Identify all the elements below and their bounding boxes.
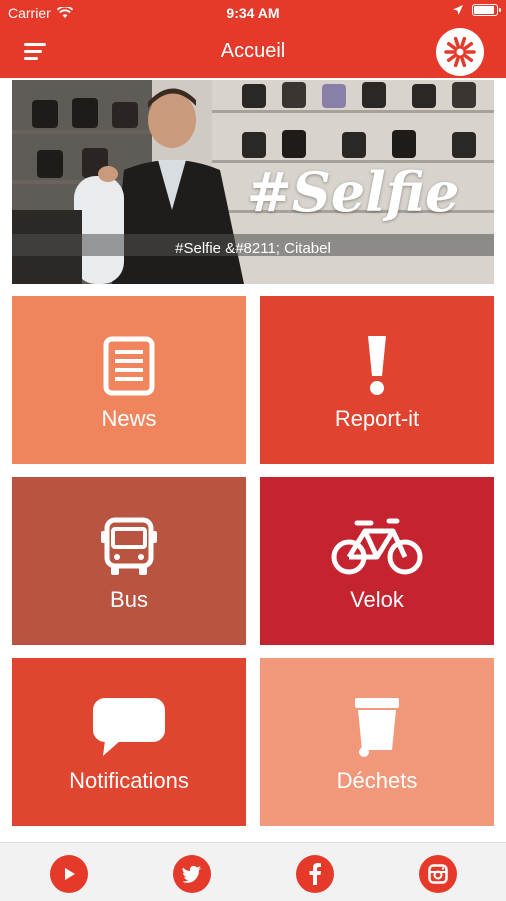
- tile-notifications[interactable]: Notifications: [12, 658, 246, 826]
- logo-spoke: [453, 55, 461, 68]
- exclamation-icon: [368, 336, 386, 395]
- battery-level: [474, 6, 494, 14]
- tile-dechets-label: Déchets: [336, 768, 418, 793]
- tile-bus[interactable]: Bus: [12, 477, 246, 645]
- tile-report-it-label: Report-it: [334, 406, 420, 431]
- hero-banner[interactable]: #Selfie #Selfie &#8211; Citabel: [12, 80, 494, 284]
- news-document-icon: [103, 336, 155, 396]
- logo-spoke: [459, 36, 467, 49]
- tile-dechets[interactable]: Déchets: [260, 658, 494, 826]
- page-title: Accueil: [220, 40, 286, 62]
- status-time: 9:34 AM: [226, 5, 280, 21]
- trash-bin-icon: [355, 698, 399, 757]
- status-right: [452, 4, 501, 16]
- twitter-button[interactable]: [173, 855, 211, 893]
- logo-spoke: [459, 55, 467, 68]
- logo-spoke: [462, 53, 474, 62]
- tile-news[interactable]: News: [12, 296, 246, 464]
- twitter-icon: [182, 865, 202, 883]
- instagram-icon: [428, 864, 448, 884]
- hero-caption: #Selfie &#8211; Citabel: [175, 240, 331, 257]
- instagram-button[interactable]: [419, 855, 457, 893]
- youtube-button[interactable]: [50, 855, 88, 893]
- facebook-button[interactable]: [296, 855, 334, 893]
- facebook-icon: [309, 863, 321, 885]
- logo-spoke: [453, 36, 461, 49]
- logo-spoke: [462, 42, 474, 51]
- tile-bus-label: Bus: [110, 587, 148, 612]
- nav-bar: Accueil: [0, 26, 506, 78]
- tile-velok[interactable]: Velok: [260, 477, 494, 645]
- tile-velok-label: Velok: [350, 587, 404, 612]
- social-bar: [0, 842, 506, 901]
- location-arrow-icon: [453, 5, 463, 15]
- tile-notifications-label: Notifications: [69, 768, 189, 793]
- youtube-icon: [65, 868, 75, 880]
- logo-spoke: [446, 42, 458, 51]
- bus-icon: [101, 517, 157, 575]
- logo-spoke: [446, 53, 458, 62]
- status-bar: Carrier 9:34 AM: [0, 0, 506, 26]
- chat-bubble-icon: [93, 698, 165, 756]
- tile-report-it[interactable]: Report-it: [260, 296, 494, 464]
- battery-icon: [472, 4, 501, 16]
- bicycle-icon: [331, 518, 423, 575]
- tile-news-label: News: [101, 406, 157, 431]
- citabel-logo-icon[interactable]: [436, 28, 484, 76]
- hero-overlay-text: #Selfie: [246, 160, 460, 224]
